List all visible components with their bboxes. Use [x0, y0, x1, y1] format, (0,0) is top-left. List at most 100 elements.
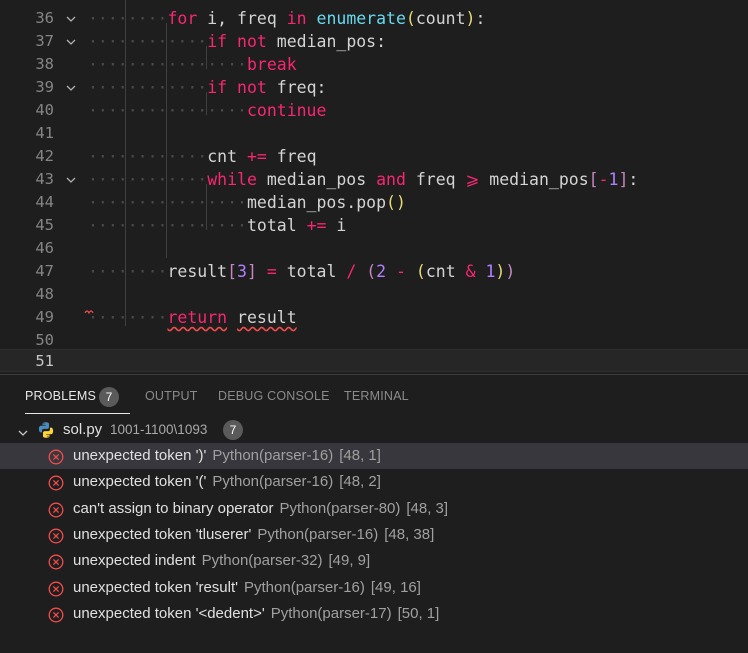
code-text: ················median_pos.pop() — [88, 193, 406, 212]
problem-position: [48, 2] — [339, 473, 381, 491]
line-number: 36 — [35, 9, 54, 27]
chevron-down-icon[interactable] — [64, 35, 78, 49]
code-line[interactable]: 40 ················continue — [0, 99, 748, 122]
code-line[interactable]: 49 ········return result — [0, 306, 748, 329]
error-circle-icon — [48, 606, 64, 623]
error-circle-icon — [48, 527, 64, 544]
problem-source: Python(parser-16) — [212, 447, 334, 464]
problem-position: [48, 38] — [384, 525, 435, 543]
problem-position: [49, 16] — [370, 578, 421, 596]
tab-output[interactable]: OUTPUT — [145, 388, 198, 404]
code-text: ············if not median_pos: — [88, 32, 387, 51]
code-line[interactable]: 46 — [0, 237, 748, 260]
problem-source: Python(parser-17) — [270, 604, 392, 622]
problem-row[interactable]: unexpected token 'result' Python(parser-1… — [0, 575, 748, 601]
error-circle-icon — [48, 474, 64, 491]
line-number: 42 — [35, 147, 54, 165]
problem-text: unexpected token 'tluserer' Python(parser… — [73, 522, 434, 548]
problem-row[interactable]: can't assign to binary operator Python(pa… — [0, 496, 748, 522]
line-number: 44 — [35, 193, 54, 211]
problem-message: unexpected token 'tluserer' — [73, 525, 252, 543]
problem-source: Python(parser-16) — [212, 473, 334, 491]
tab-problems[interactable]: PROBLEMS — [25, 388, 131, 414]
problem-row[interactable]: unexpected token '<dedent>' Python(parser… — [0, 601, 748, 627]
problem-message: unexpected token 'result' — [73, 578, 238, 596]
code-text: ················total += i — [88, 216, 347, 235]
error-circle-icon — [48, 580, 64, 596]
file-problems-badge: 7 — [223, 420, 243, 440]
problem-text: unexpected token 'result' Python(parser-1… — [73, 575, 421, 601]
line-number: 45 — [35, 216, 54, 234]
code-line[interactable]: 36 ········for i, freq in enumerate(coun… — [0, 7, 748, 30]
problem-source: Python(parser-80) — [279, 499, 401, 517]
problem-text: unexpected token ')' Python(parser-16) [48… — [73, 443, 381, 469]
problem-source: Python(parser-16) — [257, 525, 379, 543]
python-icon — [37, 421, 55, 439]
line-number: 41 — [35, 124, 54, 142]
problem-text: can't assign to binary operator Python(pa… — [73, 496, 448, 522]
error-circle-icon — [48, 448, 64, 465]
problems-count-badge: 7 — [99, 387, 119, 407]
code-line[interactable]: 48 — [0, 283, 748, 315]
line-number: 40 — [35, 101, 54, 119]
line-number: 47 — [35, 262, 54, 280]
line-number: 39 — [35, 78, 54, 96]
problem-message: unexpected token ')' — [73, 447, 207, 464]
chevron-down-icon[interactable] — [64, 12, 78, 26]
tab-debug-console[interactable]: DEBUG CONSOLE — [218, 388, 330, 404]
code-line[interactable]: 41 — [0, 122, 748, 145]
problem-position: [48, 3] — [406, 499, 449, 517]
chevron-down-icon[interactable] — [16, 423, 30, 437]
line-number: 51 — [35, 352, 54, 370]
code-line[interactable]: 43 ············while median_pos and freq… — [0, 168, 748, 191]
current-line[interactable]: 51 — [0, 349, 748, 372]
chevron-down-icon[interactable] — [64, 173, 78, 187]
problem-text: unexpected indent Python(parser-32) [49, 9… — [73, 548, 370, 574]
problem-message: unexpected indent — [73, 552, 196, 570]
problem-message: can't assign to binary operator — [73, 499, 274, 517]
code-text: ············while median_pos and freq ⩾ … — [88, 170, 639, 189]
problems-file-group[interactable]: sol.py 1001-1100\1093 7 — [0, 417, 748, 443]
problem-source: Python(parser-32) — [201, 552, 323, 570]
problem-text: unexpected token '(' Python(parser-16) [48… — [73, 469, 381, 495]
error-circle-icon — [48, 501, 64, 518]
problem-message: unexpected token '<dedent>' — [73, 604, 265, 622]
line-number: 46 — [35, 239, 54, 257]
code-line[interactable]: 47 ········result[3] = total / (2 - (cnt… — [0, 260, 748, 283]
file-path: 1001-1100\1093 — [110, 422, 208, 437]
problem-position: [50, 1] — [397, 604, 440, 622]
line-number: 43 — [35, 170, 54, 188]
problem-source: Python(parser-16) — [244, 578, 365, 596]
panel-tabs: PROBLEMS 7 OUTPUT DEBUG CONSOLE TERMINAL — [0, 375, 748, 417]
code-line[interactable]: 45 ················total += i — [0, 214, 748, 237]
file-name: sol.py — [63, 421, 103, 438]
line-number: 49 — [35, 308, 54, 326]
code-text: ················break — [88, 55, 297, 74]
problem-position: [48, 1] — [339, 447, 381, 464]
line-number: 48 — [35, 285, 54, 303]
problem-position: [49, 9] — [328, 552, 371, 570]
chevron-down-icon[interactable] — [64, 81, 78, 95]
code-text: ········return result — [88, 308, 297, 327]
tab-terminal[interactable]: TERMINAL — [344, 388, 409, 404]
problem-row[interactable]: unexpected indent Python(parser-32) [49, 9… — [0, 548, 748, 574]
problem-message: unexpected token '(' — [73, 473, 207, 491]
problem-row[interactable]: unexpected token ')' Python(parser-16) [48… — [0, 443, 748, 469]
bottom-panel: PROBLEMS 7 OUTPUT DEBUG CONSOLE TERMINAL… — [0, 374, 748, 653]
problem-row[interactable]: unexpected token 'tluserer' Python(parser… — [0, 522, 748, 548]
code-text: ········for i, freq in enumerate(count): — [88, 9, 486, 28]
code-editor[interactable]: 36 ········for i, freq in enumerate(coun… — [0, 0, 748, 374]
code-line[interactable]: 38 ················break — [0, 53, 748, 76]
code-line[interactable]: 37 ············if not median_pos: — [0, 30, 748, 53]
code-text: ············cnt += freq — [88, 147, 317, 166]
problem-text: unexpected token '<dedent>' Python(parser… — [73, 601, 439, 627]
code-text: ················continue — [88, 101, 327, 120]
problem-row[interactable]: unexpected token '(' Python(parser-16) [48… — [0, 469, 748, 495]
code-line[interactable]: 44 ················median_pos.pop() — [0, 191, 748, 214]
code-text: ············if not freq: — [88, 78, 327, 97]
code-line[interactable]: 42 ············cnt += freq — [0, 145, 748, 168]
line-number: 38 — [35, 55, 54, 73]
error-circle-icon — [48, 553, 64, 570]
line-number: 37 — [35, 32, 54, 50]
code-line[interactable]: 39 ············if not freq: — [0, 76, 748, 99]
